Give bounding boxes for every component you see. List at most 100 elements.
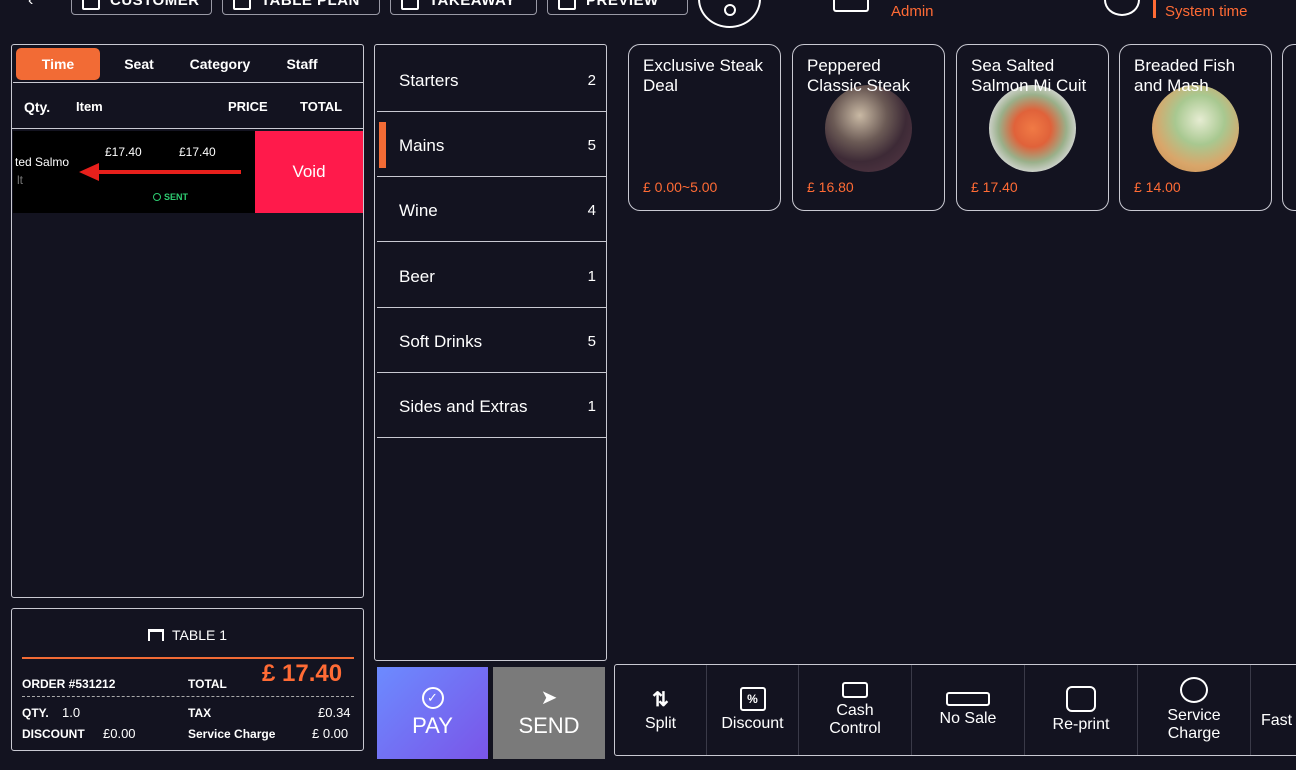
no-sale-button[interactable]: No Sale bbox=[912, 665, 1025, 755]
category-name: Sides and Extras bbox=[399, 397, 528, 416]
service-charge-button[interactable]: Service Charge bbox=[1138, 665, 1251, 755]
category-count: 5 bbox=[587, 137, 596, 154]
product-image bbox=[989, 85, 1076, 172]
discount-label: DISCOUNT bbox=[22, 727, 85, 741]
discount-label: Discount bbox=[721, 715, 784, 732]
printer-icon bbox=[1066, 686, 1096, 712]
fast-button[interactable]: Fast bbox=[1251, 665, 1296, 755]
customer-button[interactable]: CUSTOMER bbox=[71, 0, 212, 15]
order-item-total: £17.40 bbox=[179, 145, 216, 159]
service-charge-label-1: Service bbox=[1167, 707, 1221, 724]
product-card[interactable]: Peppered Classic Steak £ 16.80 bbox=[792, 44, 945, 211]
order-panel: Time Seat Category Staff Qty. Item PRICE… bbox=[11, 44, 364, 598]
product-card[interactable]: Exclusive Steak Deal £ 0.00~5.00 bbox=[628, 44, 781, 211]
category-name: Beer bbox=[399, 267, 435, 286]
no-sale-label: No Sale bbox=[939, 710, 997, 727]
product-name: Peppered Classic Steak bbox=[807, 56, 910, 95]
table-plan-label: TABLE PLAN bbox=[261, 0, 360, 9]
search-button[interactable] bbox=[698, 0, 761, 28]
cash-register-icon bbox=[946, 692, 990, 706]
swipe-left-arrow-icon bbox=[79, 163, 241, 181]
user-name: Admin bbox=[891, 3, 934, 20]
takeaway-button[interactable]: TAKEAWAY bbox=[390, 0, 537, 15]
search-icon bbox=[723, 4, 736, 16]
reprint-button[interactable]: Re-print bbox=[1025, 665, 1138, 755]
void-button[interactable]: Void bbox=[255, 131, 363, 213]
takeaway-label: TAKEAWAY bbox=[429, 0, 516, 9]
service-charge-value: £ 0.00 bbox=[312, 726, 349, 741]
top-bar: ‹ CUSTOMER TABLE PLAN TAKEAWAY PREVIEW A… bbox=[0, 0, 1296, 40]
product-image bbox=[825, 85, 912, 172]
discount-button[interactable]: % Discount bbox=[707, 665, 799, 755]
cash-drawer-icon bbox=[842, 682, 868, 698]
preview-button[interactable]: PREVIEW bbox=[547, 0, 688, 15]
clock-icon bbox=[1104, 0, 1140, 16]
order-item-modifier: lt bbox=[17, 173, 23, 187]
send-button[interactable]: ➤ SEND bbox=[493, 667, 605, 759]
product-name: Exclusive Steak Deal bbox=[643, 56, 763, 95]
category-item-mains[interactable]: Mains 5 bbox=[377, 112, 606, 177]
user-icon[interactable] bbox=[833, 0, 869, 12]
tab-staff[interactable]: Staff bbox=[271, 48, 333, 80]
cash-control-label-2: Control bbox=[829, 720, 881, 737]
order-item-name: ted Salmo bbox=[15, 155, 70, 169]
tax-label: TAX bbox=[188, 706, 212, 720]
sent-status: SENT bbox=[153, 192, 188, 202]
customer-icon bbox=[82, 0, 100, 10]
category-item-beer[interactable]: Beer 1 bbox=[377, 243, 606, 308]
category-item-wine[interactable]: Wine 4 bbox=[377, 177, 606, 242]
category-item-starters[interactable]: Starters 2 bbox=[377, 47, 606, 112]
divider bbox=[1153, 0, 1156, 18]
tab-category[interactable]: Category bbox=[181, 48, 259, 80]
totals-dashed-divider bbox=[22, 696, 354, 697]
discount-value: £0.00 bbox=[103, 726, 136, 741]
service-charge-label-2: Charge bbox=[1167, 725, 1221, 742]
totals-divider bbox=[22, 657, 354, 659]
category-name: Mains bbox=[399, 136, 445, 155]
sent-label: SENT bbox=[164, 192, 189, 202]
product-price: £ 17.40 bbox=[971, 179, 1018, 195]
category-name: Starters bbox=[399, 71, 459, 90]
active-category-indicator bbox=[379, 122, 386, 168]
category-count: 2 bbox=[587, 72, 596, 89]
coins-icon bbox=[1180, 677, 1208, 703]
product-image bbox=[1152, 85, 1239, 172]
table-plan-icon bbox=[233, 0, 251, 10]
sort-tabs: Time Seat Category Staff bbox=[13, 45, 364, 83]
order-table-header: Qty. Item PRICE TOTAL bbox=[12, 84, 363, 129]
pay-label: PAY bbox=[412, 713, 453, 738]
order-row[interactable]: ted Salmo lt £17.40 £17.40 SENT Void bbox=[13, 131, 363, 213]
header-item: Item bbox=[76, 99, 103, 114]
tab-seat[interactable]: Seat bbox=[109, 48, 169, 80]
discount-icon: % bbox=[739, 687, 766, 711]
product-card[interactable]: Sea Salted Salmon Mi Cuit £ 17.40 bbox=[956, 44, 1109, 211]
category-count: 4 bbox=[587, 202, 596, 219]
order-number: ORDER #531212 bbox=[22, 677, 116, 691]
back-arrow-icon[interactable]: ‹ bbox=[28, 0, 33, 10]
pay-button[interactable]: ✓ PAY bbox=[377, 667, 488, 759]
category-item-sides-and-extras[interactable]: Sides and Extras 1 bbox=[377, 373, 606, 438]
split-button[interactable]: ⇅ Split bbox=[615, 665, 707, 755]
header-price: PRICE bbox=[228, 99, 268, 114]
split-icon: ⇅ bbox=[652, 688, 669, 711]
paper-plane-icon: ➤ bbox=[540, 687, 558, 709]
system-time-label: System time bbox=[1165, 3, 1248, 20]
product-card[interactable] bbox=[1282, 44, 1296, 211]
table-plan-button[interactable]: TABLE PLAN bbox=[222, 0, 380, 15]
function-bar: ⇅ Split % Discount Cash Control No Sale … bbox=[614, 664, 1296, 756]
preview-label: PREVIEW bbox=[586, 0, 659, 9]
takeaway-icon bbox=[401, 0, 419, 10]
table-icon bbox=[148, 629, 164, 641]
product-price: £ 0.00~5.00 bbox=[643, 179, 718, 195]
category-count: 1 bbox=[587, 398, 596, 415]
cash-control-button[interactable]: Cash Control bbox=[799, 665, 912, 755]
product-price: £ 16.80 bbox=[807, 179, 854, 195]
product-card[interactable]: Breaded Fish and Mash £ 14.00 bbox=[1119, 44, 1272, 211]
tab-time[interactable]: Time bbox=[16, 48, 100, 80]
split-label: Split bbox=[644, 715, 677, 732]
category-name: Wine bbox=[399, 201, 438, 220]
customer-label: CUSTOMER bbox=[110, 0, 200, 9]
qty-label: QTY. bbox=[22, 706, 49, 720]
category-item-soft-drinks[interactable]: Soft Drinks 5 bbox=[377, 308, 606, 373]
preview-icon bbox=[558, 0, 576, 10]
